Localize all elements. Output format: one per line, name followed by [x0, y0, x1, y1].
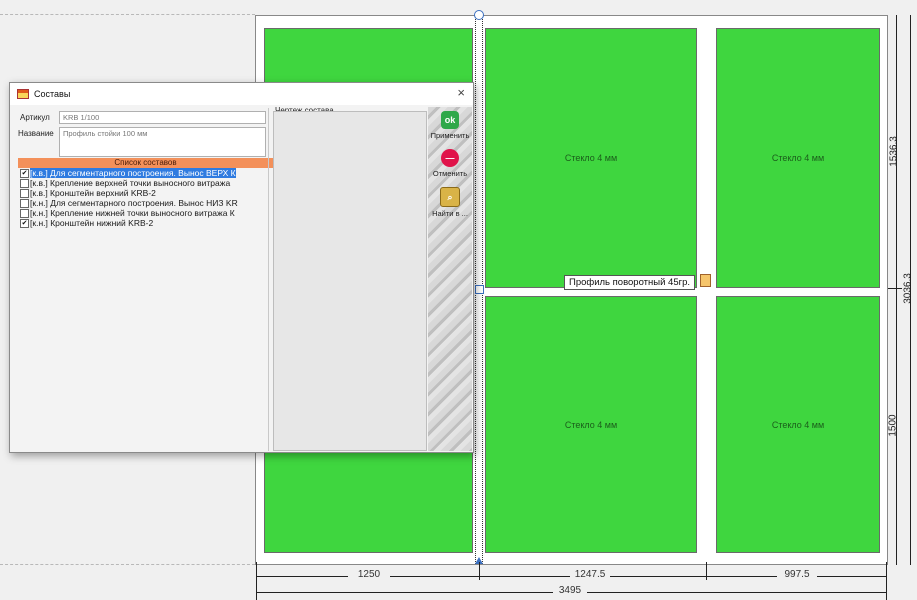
list-item[interactable]: [к.н.] Для сегментарного построения. Вын… [18, 198, 273, 208]
checkbox[interactable]: ✔ [20, 219, 29, 228]
name-field[interactable]: Профиль стойки 100 мм [59, 127, 266, 157]
app-icon [17, 89, 29, 99]
glass-pane-right-bottom[interactable]: Стекло 4 мм [716, 296, 880, 553]
compositions-dialog: Составы × Артикул KRB 1/100 Название Про… [9, 82, 474, 453]
dim-label-right-bottom: 1500 [887, 414, 899, 437]
panel-divider[interactable] [268, 108, 269, 451]
profile-tooltip: Профиль поворотный 45гр. [564, 275, 695, 290]
dialog-title: Составы [34, 89, 71, 99]
close-icon[interactable]: × [457, 85, 465, 100]
profile-marker-icon [700, 274, 711, 287]
checkbox[interactable] [20, 189, 29, 198]
dim-label-right: 997.5 [777, 569, 817, 580]
article-label: Артикул [20, 113, 50, 122]
dim-label-right-top: 1536.3 [888, 136, 900, 167]
pane-label: Стекло 4 мм [771, 153, 825, 163]
apply-button[interactable]: ok Применить [428, 111, 472, 140]
list-item[interactable]: [к.н.] Крепление нижней точки выносного … [18, 208, 273, 218]
dim-tick [886, 562, 887, 600]
list-item[interactable]: [к.в.] Кронштейн верхний KRB-2 [18, 188, 273, 198]
glass-pane-mid-bottom[interactable]: Стекло 4 мм [485, 296, 697, 553]
dim-label-right-total: 3036.3 [902, 273, 914, 304]
mullion-handle-mid[interactable] [475, 285, 484, 294]
article-field[interactable]: KRB 1/100 [59, 111, 266, 124]
glass-pane-right-top[interactable]: Стекло 4 мм [716, 28, 880, 288]
find-button[interactable]: ⌕ Найти в ... [428, 187, 472, 218]
dialog-titlebar[interactable]: Составы × [10, 83, 473, 105]
compositions-list: ✔ [к.в.] Для сегментарного построения. Вы… [18, 168, 273, 228]
checkbox[interactable] [20, 179, 29, 188]
cancel-button[interactable]: — Отменить [428, 149, 472, 178]
checkbox[interactable] [20, 199, 29, 208]
pane-label: Стекло 4 мм [564, 419, 618, 430]
list-item[interactable]: ✔ [к.в.] Для сегментарного построения. Вы… [18, 168, 273, 178]
list-item[interactable]: ✔ [к.н.] Кронштейн нижний KRB-2 [18, 218, 273, 228]
dim-tick [706, 562, 707, 580]
name-label: Название [18, 129, 54, 138]
list-item[interactable]: [к.в.] Крепление верхней точки выносного… [18, 178, 273, 188]
find-icon: ⌕ [440, 187, 460, 207]
pane-label: Стекло 4 мм [771, 419, 825, 430]
dim-line-right [896, 15, 897, 565]
guide-line-top [0, 14, 255, 15]
checkbox[interactable] [20, 209, 29, 218]
dim-tick [479, 562, 480, 580]
list-header: Список составов [18, 158, 273, 168]
dim-label-left: 1250 [348, 569, 390, 580]
action-sidebar: ok Применить — Отменить ⌕ Найти в ... [428, 107, 472, 451]
cancel-icon: — [441, 149, 459, 167]
guide-line-bottom [0, 564, 255, 565]
pane-label: Стекло 4 мм [564, 153, 618, 163]
dim-label-total: 3495 [553, 585, 587, 596]
ok-icon: ok [441, 111, 459, 129]
mullion-handle-top[interactable] [474, 10, 484, 20]
checkbox[interactable]: ✔ [20, 169, 29, 178]
dim-label-mid: 1247.5 [570, 569, 610, 580]
glass-pane-mid-top[interactable]: Стекло 4 мм [485, 28, 697, 288]
drawing-area [273, 111, 427, 451]
dim-tick [256, 562, 257, 600]
dim-tick-right [888, 288, 902, 289]
